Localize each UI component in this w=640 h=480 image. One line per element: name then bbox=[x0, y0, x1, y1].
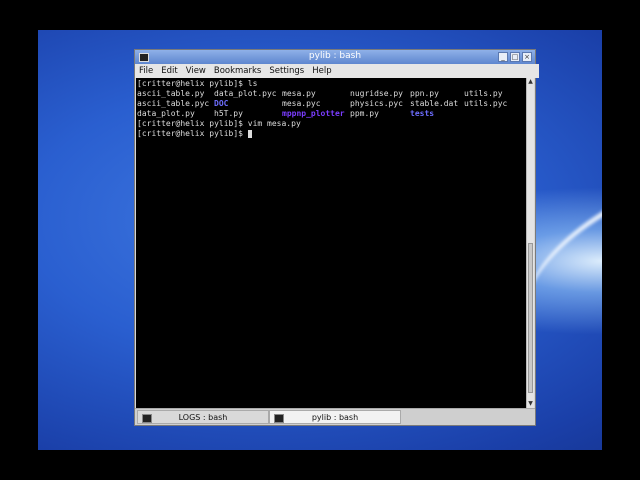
ls-entry: ascii_table.pyc bbox=[137, 99, 210, 108]
text-cursor bbox=[247, 129, 252, 138]
terminal-line-vim: [critter@helix pylib]$ vim mesa.py bbox=[137, 119, 301, 128]
terminal-icon bbox=[274, 414, 284, 423]
terminal-line-prompt: [critter@helix pylib]$ bbox=[137, 129, 252, 139]
ls-entry: utils.pyc bbox=[464, 99, 508, 108]
scrollbar-thumb[interactable] bbox=[528, 243, 533, 393]
ls-entry: physics.pyc bbox=[350, 99, 403, 108]
ls-entry: h5T.py bbox=[214, 109, 243, 118]
tab-label: LOGS : bash bbox=[178, 413, 228, 422]
ls-entry: mppnp_plotter bbox=[282, 109, 345, 118]
maximize-button[interactable]: □ bbox=[510, 52, 520, 62]
ls-entry: tests bbox=[410, 109, 435, 118]
menu-bar: File Edit View Bookmarks Settings Help bbox=[135, 64, 539, 78]
session-tab-bar: LOGS : bash pylib : bash bbox=[135, 408, 535, 425]
ls-entry: ascii_table.py bbox=[137, 89, 205, 98]
konsole-window: pylib : bash _ □ × File Edit View Bookma… bbox=[134, 49, 539, 426]
menu-help[interactable]: Help bbox=[312, 66, 331, 76]
menu-file[interactable]: File bbox=[139, 66, 153, 76]
ls-entry: utils.py bbox=[464, 89, 503, 98]
menu-view[interactable]: View bbox=[186, 66, 206, 76]
window-titlebar[interactable]: pylib : bash _ □ × bbox=[135, 50, 535, 64]
tab-logs-bash[interactable]: LOGS : bash bbox=[137, 410, 269, 424]
tab-label: pylib : bash bbox=[311, 413, 359, 422]
tab-pylib-bash[interactable]: pylib : bash bbox=[269, 410, 401, 424]
prompt-text: [critter@helix pylib]$ bbox=[137, 129, 248, 138]
terminal-line-ls: [critter@helix pylib]$ ls bbox=[137, 79, 258, 88]
menu-bookmarks[interactable]: Bookmarks bbox=[214, 66, 262, 76]
ls-entry: mesa.py bbox=[282, 89, 316, 98]
ls-entry: data_plot.pyc bbox=[214, 89, 277, 98]
terminal-icon bbox=[142, 414, 152, 423]
ls-entry: nugridse.py bbox=[350, 89, 403, 98]
window-title: pylib : bash bbox=[308, 51, 362, 61]
ls-entry: ppm.py bbox=[350, 109, 379, 118]
ls-entry: ppn.py bbox=[410, 89, 439, 98]
ls-entry: mesa.pyc bbox=[282, 99, 321, 108]
terminal-scrollbar[interactable]: ▲ ▼ bbox=[526, 78, 534, 408]
scroll-up-icon[interactable]: ▲ bbox=[527, 78, 534, 86]
menu-settings[interactable]: Settings bbox=[269, 66, 304, 76]
ls-entry: stable.dat bbox=[410, 99, 459, 108]
terminal-output[interactable]: [critter@helix pylib]$ ls ascii_table.py… bbox=[136, 78, 526, 408]
close-button[interactable]: × bbox=[522, 52, 532, 62]
ls-entry: data_plot.py bbox=[137, 109, 195, 118]
menu-edit[interactable]: Edit bbox=[161, 66, 177, 76]
ls-entry: DOC bbox=[214, 99, 229, 108]
scroll-down-icon[interactable]: ▼ bbox=[527, 400, 534, 408]
minimize-button[interactable]: _ bbox=[498, 52, 508, 62]
